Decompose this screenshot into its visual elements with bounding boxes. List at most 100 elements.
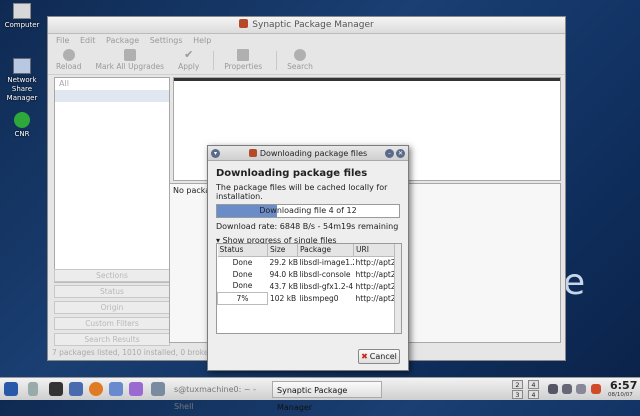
clock-time[interactable]: 6:57 xyxy=(610,379,637,392)
terminal-icon[interactable] xyxy=(49,382,63,396)
row-uri: http://apt2 xyxy=(355,293,396,303)
row-status: Done xyxy=(232,269,253,279)
custom-filters-button[interactable]: Custom Filters xyxy=(54,317,170,330)
pager-desktop[interactable]: 3 xyxy=(512,390,523,399)
cnr-icon xyxy=(14,112,30,128)
desktop-icon-label: Network Share Manager xyxy=(6,76,38,102)
properties-wrench-icon xyxy=(237,49,250,61)
desktop-icon-computer[interactable]: Computer xyxy=(0,3,44,30)
search-icon xyxy=(294,49,307,61)
window-titlebar[interactable]: Synaptic Package Manager xyxy=(48,17,565,34)
menu-settings[interactable]: Settings xyxy=(150,36,183,45)
table-row[interactable]: Done 94.0 kB libsdl-console http://apt2 xyxy=(218,268,396,280)
row-status: Done xyxy=(232,257,253,267)
reload-label: Reload xyxy=(56,62,82,71)
menu-help[interactable]: Help xyxy=(193,36,211,45)
dialog-title: Downloading package files xyxy=(259,149,368,158)
search-results-button[interactable]: Search Results xyxy=(54,333,170,346)
row-package: libsdl-console xyxy=(299,269,351,279)
tray-icon[interactable] xyxy=(562,384,572,394)
desktop-icon-label: Computer xyxy=(4,21,40,29)
taskbar: s@tuxmachine0: ~ - Shell Synaptic Packag… xyxy=(0,377,640,412)
file-progress-table[interactable]: Status Size Package URI Done 29.2 kB lib… xyxy=(216,243,402,334)
search-button[interactable]: Search xyxy=(287,47,313,74)
col-uri-header[interactable]: URI xyxy=(353,244,396,257)
wallpaper-logo-letter: e xyxy=(563,262,586,303)
toolbar-separator xyxy=(276,51,278,70)
tray-icon[interactable] xyxy=(548,384,558,394)
download-rate: Download rate: 6848 B/s - 54m19s remaini… xyxy=(216,222,399,231)
dialog-subtitle: The package files will be cached locally… xyxy=(216,183,388,201)
table-header-row: Status Size Package URI xyxy=(217,244,396,257)
dialog-menu-icon[interactable]: ▾ xyxy=(211,149,220,158)
chat-icon[interactable] xyxy=(129,382,143,396)
filter-list-selected-row[interactable] xyxy=(55,90,169,102)
download-progress-bar: Downloading file 4 of 12 xyxy=(216,204,400,218)
row-size: 29.2 kB xyxy=(269,257,298,267)
tray-icon[interactable] xyxy=(576,384,586,394)
pager-desktop[interactable]: 4 xyxy=(528,380,539,389)
firefox-icon[interactable] xyxy=(89,382,103,396)
mark-upgrades-icon xyxy=(123,49,136,61)
filter-list-item[interactable]: All xyxy=(55,78,169,90)
menu-package[interactable]: Package xyxy=(106,36,139,45)
apply-check-icon: ✔ xyxy=(184,48,194,61)
network-share-icon xyxy=(13,58,31,74)
table-row[interactable]: Done 43.7 kB libsdl-gfx1.2-4 http://apt2 xyxy=(218,280,396,292)
task-shell-label: s@tuxmachine0: ~ - Shell xyxy=(174,385,256,411)
row-size: 43.7 kB xyxy=(269,281,298,291)
col-package-header[interactable]: Package xyxy=(297,244,354,257)
update-notifier-icon[interactable] xyxy=(591,384,601,394)
menu-edit[interactable]: Edit xyxy=(80,36,96,45)
kmenu-launcher-icon[interactable] xyxy=(4,382,18,396)
synaptic-app-icon xyxy=(239,19,249,28)
dialog-minimize-icon[interactable]: – xyxy=(385,149,394,158)
table-scrollbar[interactable] xyxy=(394,244,401,333)
menubar: File Edit Package Settings Help xyxy=(48,34,565,47)
table-row[interactable]: 7% 102 kB libsmpeg0 http://apt2 xyxy=(217,291,396,305)
row-uri: http://apt2 xyxy=(355,257,396,267)
col-status-header[interactable]: Status xyxy=(217,244,268,257)
apply-button[interactable]: ✔ Apply xyxy=(178,47,199,74)
mark-all-upgrades-label: Mark All Upgrades xyxy=(95,62,165,71)
pager-desktop[interactable]: 4 xyxy=(528,390,539,399)
dialog-titlebar[interactable]: ▾ Downloading package files – ✕ xyxy=(208,146,408,161)
origin-button[interactable]: Origin xyxy=(54,301,170,314)
desktop-icon-network-share[interactable]: Network Share Manager xyxy=(0,58,44,103)
taskbar-task-synaptic[interactable]: Synaptic Package Manager xyxy=(272,381,382,412)
mark-all-upgrades-button[interactable]: Mark All Upgrades xyxy=(95,47,165,74)
filter-list[interactable]: All xyxy=(54,77,170,275)
menu-file[interactable]: File xyxy=(56,36,69,45)
status-button[interactable]: Status xyxy=(54,285,170,298)
table-row[interactable]: Done 29.2 kB libsdl-image1.2 http://apt2 xyxy=(218,256,396,268)
properties-button[interactable]: Properties xyxy=(224,47,262,74)
reload-button[interactable]: Reload xyxy=(56,47,82,74)
computer-icon xyxy=(13,3,31,19)
taskbar-task-shell[interactable]: s@tuxmachine0: ~ - Shell xyxy=(170,381,270,411)
cancel-x-icon: ✖ xyxy=(361,352,368,361)
mail-icon[interactable] xyxy=(109,382,123,396)
download-dialog: ▾ Downloading package files – ✕ Download… xyxy=(207,145,409,371)
pager-desktop[interactable]: 2 xyxy=(512,380,523,389)
sections-button[interactable]: Sections xyxy=(54,269,170,282)
desktop-icon-cnr[interactable]: CNR xyxy=(0,112,44,139)
window-title: Synaptic Package Manager xyxy=(252,20,374,30)
desktop-icon-label: CNR xyxy=(14,130,30,138)
row-uri: http://apt2 xyxy=(355,269,396,279)
apply-label: Apply xyxy=(178,62,200,71)
row-uri: http://apt2 xyxy=(355,281,396,291)
row-status: Done xyxy=(232,281,253,291)
toolbar-separator xyxy=(213,51,215,70)
display-icon[interactable] xyxy=(151,382,165,396)
reload-icon xyxy=(62,49,75,61)
properties-label: Properties xyxy=(224,62,263,71)
konqueror-icon[interactable] xyxy=(69,382,83,396)
dialog-close-icon[interactable]: ✕ xyxy=(396,149,405,158)
trash-icon[interactable] xyxy=(28,382,38,396)
row-status: 7% xyxy=(217,291,268,305)
package-list-header[interactable] xyxy=(174,78,560,81)
search-label: Search xyxy=(287,62,313,71)
synaptic-app-icon xyxy=(248,149,257,157)
col-size-header[interactable]: Size xyxy=(267,244,298,257)
cancel-button[interactable]: ✖ Cancel xyxy=(358,349,400,364)
